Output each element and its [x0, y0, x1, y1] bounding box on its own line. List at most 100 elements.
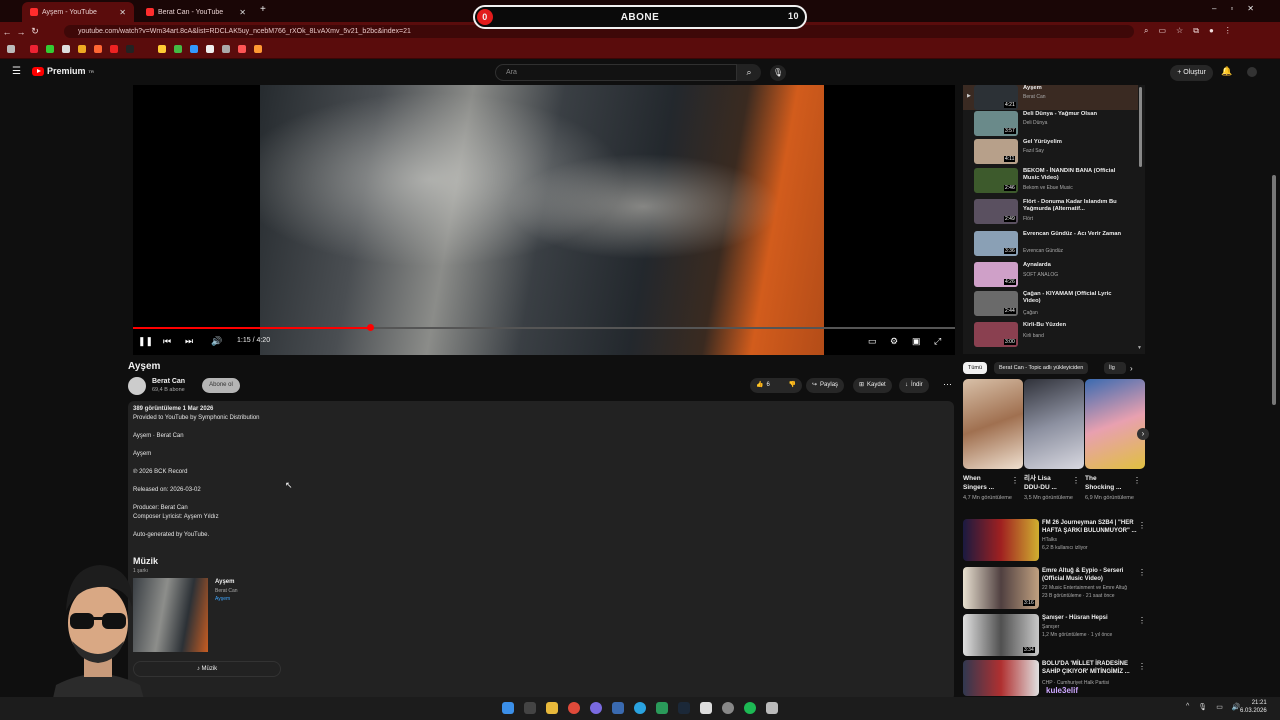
cast-icon[interactable]: ▭	[1158, 26, 1166, 36]
app-icon[interactable]	[656, 702, 668, 714]
short-thumbnail[interactable]	[1024, 379, 1084, 469]
more-actions-icon[interactable]: ⋯	[943, 379, 952, 390]
song-album[interactable]: Ayşem	[215, 596, 230, 602]
bookmark-icon[interactable]	[174, 45, 182, 53]
telegram-icon[interactable]	[634, 702, 646, 714]
forward-icon[interactable]: →	[14, 27, 28, 37]
profile-icon[interactable]: ●	[1209, 26, 1214, 36]
file-explorer-icon[interactable]	[546, 702, 558, 714]
tab-berat-can[interactable]: Berat Can - YouTube ✕	[138, 2, 254, 22]
taskbar-clock[interactable]: 21:21 6.03.2026	[1240, 699, 1267, 715]
bookmark-icon[interactable]	[254, 45, 262, 53]
bookmark-icon[interactable]	[238, 45, 246, 53]
chip-all[interactable]: Tümü	[963, 362, 988, 374]
close-tab-icon[interactable]: ✕	[119, 8, 126, 17]
bookmark-icon[interactable]	[30, 45, 38, 53]
recommended-more-icon[interactable]: ⋮	[1138, 616, 1146, 625]
app-icon[interactable]	[766, 702, 778, 714]
short-thumbnail[interactable]	[1085, 379, 1145, 469]
playlist-item[interactable]: 4:21 Ayşem Berat Can	[968, 85, 1140, 113]
app-icon[interactable]	[700, 702, 712, 714]
miniplayer-icon[interactable]: ▣	[912, 336, 921, 347]
playlist-item[interactable]: 3:57 Deli Dünya - Yağmur Olsan Deli Düny…	[968, 111, 1140, 139]
channel-avatar[interactable]	[128, 377, 146, 395]
short-title[interactable]: The Shocking ...	[1085, 474, 1127, 492]
search-taskbar-icon[interactable]	[524, 702, 536, 714]
playlist-item[interactable]: 2:44 Çağan - KIYAMAM (Official Lyric Vid…	[968, 291, 1140, 319]
folder-bookmark-icon[interactable]	[158, 45, 166, 53]
description-box[interactable]	[128, 401, 954, 701]
recommended-video[interactable]: 3:16 Emre Altuğ & Eypio - Serseri (Offic…	[963, 567, 1143, 613]
chip-channel-uploads[interactable]: Berat Can - Topic adlı yükleyiciden	[994, 362, 1089, 374]
short-more-icon[interactable]: ⋮	[1072, 476, 1080, 485]
previous-icon[interactable]: ⏮	[163, 336, 171, 347]
playlist-item[interactable]: 3:36 Evrencan Gündüz - Acı Verir Zaman E…	[968, 231, 1140, 259]
spotify-icon[interactable]	[744, 702, 756, 714]
app-icon[interactable]	[612, 702, 624, 714]
channel-name[interactable]: Berat Can	[152, 378, 185, 385]
thumbs-down-icon[interactable]: 👎	[789, 378, 796, 393]
like-button[interactable]: 👍 6 👎	[750, 378, 802, 393]
steam-icon[interactable]	[678, 702, 690, 714]
recommended-more-icon[interactable]: ⋮	[1138, 568, 1146, 577]
chip-next-chevron-icon[interactable]: ›	[1130, 364, 1133, 373]
minimize-icon[interactable]: –	[1212, 4, 1216, 13]
bookmark-star-icon[interactable]: ☆	[1176, 26, 1183, 36]
maximize-icon[interactable]: ▫	[1230, 4, 1233, 13]
notifications-icon[interactable]: 🔔	[1221, 66, 1232, 77]
song-title[interactable]: Ayşem	[215, 579, 234, 585]
subtitles-icon[interactable]: ▭	[868, 336, 877, 347]
bookmark-icon[interactable]	[62, 45, 70, 53]
bookmark-icon[interactable]	[110, 45, 118, 53]
next-icon[interactable]: ⏭	[185, 336, 193, 347]
download-button[interactable]: ↓ İndir	[899, 378, 929, 393]
settings-gear-icon[interactable]: ⚙	[890, 336, 898, 347]
fullscreen-icon[interactable]: ⤢	[934, 336, 941, 347]
x-bookmark-icon[interactable]	[126, 45, 134, 53]
video-frame[interactable]	[260, 85, 824, 355]
recommended-more-icon[interactable]: ⋮	[1138, 521, 1146, 530]
volume-icon[interactable]: 🔊	[211, 336, 222, 347]
short-title[interactable]: When Singers ...	[963, 474, 1005, 492]
zoom-icon[interactable]: ⌕	[1144, 26, 1148, 36]
extensions-icon[interactable]: ⧉	[1193, 26, 1199, 36]
app-icon[interactable]	[722, 702, 734, 714]
bookmark-icon[interactable]	[94, 45, 102, 53]
close-tab-icon[interactable]: ✕	[239, 8, 246, 17]
recommended-more-icon[interactable]: ⋮	[1138, 662, 1146, 671]
menu-icon[interactable]: ⋮	[1224, 26, 1232, 36]
network-icon[interactable]: ▭	[1216, 703, 1223, 711]
apps-icon[interactable]	[7, 45, 15, 53]
playlist-item[interactable]: 4:26 Aynalarda SOFT ANALOG	[968, 262, 1140, 290]
playlist-item[interactable]: 4:11 Gel Yürüyelim Fazıl Say	[968, 139, 1140, 167]
chrome-icon[interactable]	[568, 702, 580, 714]
chip-related[interactable]: İlg	[1104, 362, 1126, 374]
bookmark-icon[interactable]	[222, 45, 230, 53]
playlist-scroll-down-icon[interactable]: ▼	[1137, 345, 1142, 351]
create-button[interactable]: + Oluştur	[1170, 65, 1213, 81]
tray-chevron-icon[interactable]: ^	[1186, 703, 1189, 711]
app-icon[interactable]	[590, 702, 602, 714]
search-button[interactable]: ⌕	[737, 64, 761, 81]
search-input[interactable]: Ara	[495, 64, 737, 81]
mic-tray-icon[interactable]: 🎙	[1198, 703, 1207, 711]
save-button[interactable]: ⊞ Kaydet	[853, 378, 892, 393]
share-button[interactable]: ↪ Paylaş	[806, 378, 845, 393]
pause-icon[interactable]: ❚❚	[138, 336, 153, 347]
short-more-icon[interactable]: ⋮	[1011, 476, 1019, 485]
youtube-logo[interactable]: Premium TR	[32, 66, 94, 76]
back-icon[interactable]: ←	[0, 27, 14, 37]
short-thumbnail[interactable]	[963, 379, 1023, 469]
tab-aysem[interactable]: Ayşem - YouTube ✕	[22, 2, 134, 22]
bookmark-icon[interactable]	[206, 45, 214, 53]
recommended-video[interactable]: FM 26 Journeyman S2B4 | "HER HAFTA ŞARKI…	[963, 519, 1143, 565]
short-more-icon[interactable]: ⋮	[1133, 476, 1141, 485]
scrubber-handle[interactable]	[366, 324, 374, 331]
recommended-video[interactable]: 3:34 Şanışer - Hüsran Hepsi Şanışer 1,2 …	[963, 614, 1143, 660]
account-avatar[interactable]	[1247, 67, 1257, 77]
subscribe-button[interactable]: Abone ol	[202, 378, 240, 393]
close-window-icon[interactable]: ✕	[1247, 4, 1254, 13]
playlist-item[interactable]: 2:49 Flört - Donuma Kadar Islandım Bu Ya…	[968, 199, 1140, 227]
playlist-item[interactable]: 2:46 BEKOM - İNANDIN BANA (Official Musi…	[968, 168, 1140, 196]
bookmark-icon[interactable]	[190, 45, 198, 53]
